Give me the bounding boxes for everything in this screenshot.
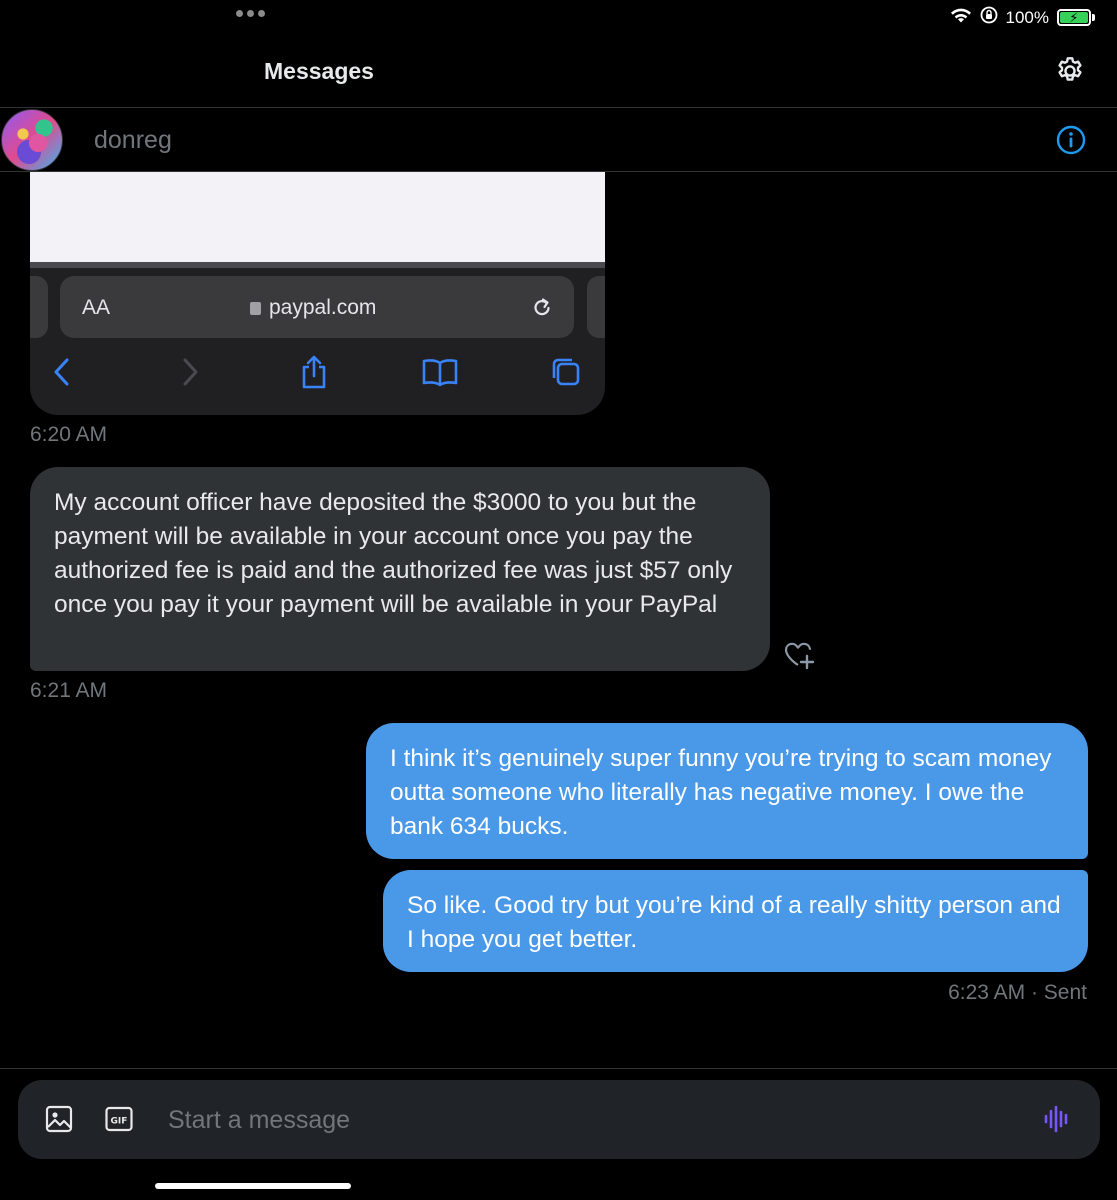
add-image-button[interactable] (42, 1102, 76, 1136)
battery-percent: 100% (1005, 7, 1049, 27)
message-input[interactable] (168, 1102, 1018, 1138)
outgoing-message[interactable]: I think it’s genuinely super funny you’r… (366, 723, 1088, 859)
page-title: Messages (264, 58, 374, 84)
voice-message-icon (1044, 1105, 1068, 1133)
conversation-name[interactable]: donreg (94, 126, 172, 155)
conversation-header: donreg (0, 109, 1117, 172)
header: Messages (0, 36, 1117, 108)
message-composer: GIF (18, 1080, 1100, 1159)
message-timestamp: 6:20 AM (30, 423, 108, 446)
status-indicators: 100% ⚡ (950, 6, 1095, 29)
conversation-info-button[interactable] (1055, 124, 1087, 156)
add-gif-button[interactable]: GIF (102, 1102, 136, 1136)
gif-icon: GIF (105, 1106, 133, 1132)
incoming-message[interactable]: My account officer have deposited the $3… (30, 467, 770, 671)
image-icon (45, 1105, 73, 1133)
settings-button[interactable] (1053, 54, 1087, 88)
orientation-lock-icon (980, 6, 998, 29)
avatar[interactable] (1, 109, 63, 171)
info-icon (1056, 125, 1086, 155)
sent-status: 6:23 AM · Sent (948, 981, 1087, 1004)
add-reaction-icon (784, 642, 815, 670)
screenshot-url: paypal.com (269, 296, 377, 319)
screenshot-url-bar: AA paypal.com (60, 276, 574, 338)
screenshot-page-area (30, 172, 605, 262)
voice-message-button[interactable] (1040, 1102, 1074, 1136)
multitasking-dots-icon[interactable] (236, 10, 265, 17)
home-indicator[interactable] (155, 1183, 351, 1189)
screenshot-toolbar (30, 352, 605, 396)
text-size-label: AA (82, 296, 111, 319)
back-chevron-icon (42, 352, 82, 392)
outgoing-message[interactable]: So like. Good try but you’re kind of a r… (383, 870, 1088, 972)
bookmarks-icon (420, 352, 460, 392)
reload-icon (534, 298, 550, 316)
share-icon (294, 352, 334, 392)
wifi-icon (950, 7, 972, 29)
tabs-icon (546, 352, 586, 392)
svg-text:GIF: GIF (111, 1117, 128, 1127)
lock-icon (250, 301, 261, 315)
image-message[interactable]: AA paypal.com (30, 172, 605, 415)
battery-icon: ⚡ (1057, 9, 1091, 26)
add-reaction-button[interactable] (782, 638, 816, 672)
forward-chevron-icon (170, 352, 210, 392)
status-bar: 100% ⚡ (0, 0, 1117, 36)
gear-icon (1058, 57, 1082, 81)
message-timestamp: 6:21 AM (30, 679, 108, 702)
